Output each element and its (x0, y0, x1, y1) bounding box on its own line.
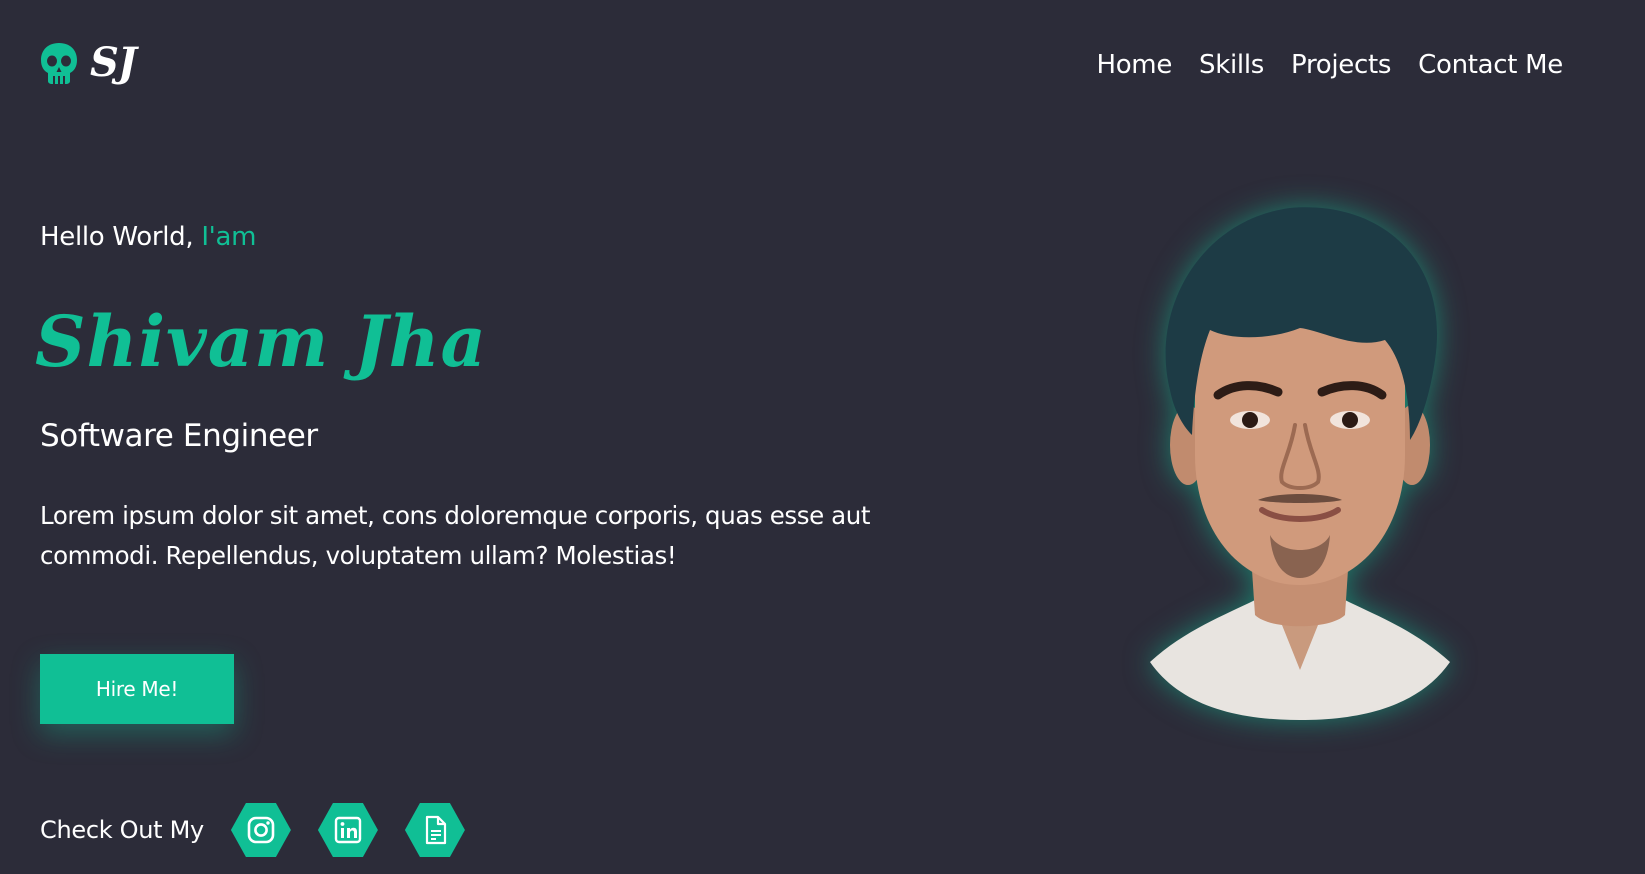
portfolio-page: SJ Home Skills Projects Contact Me Hello… (0, 0, 1645, 874)
nav-item-skills[interactable]: Skills (1199, 50, 1264, 80)
profile-photo (1130, 200, 1470, 720)
site-logo[interactable]: SJ (40, 38, 137, 88)
instagram-link[interactable] (230, 803, 291, 857)
nav-item-contact-me[interactable]: Contact Me (1418, 50, 1563, 80)
nav-item-home[interactable]: Home (1096, 50, 1172, 80)
greeting-accent: I'am (201, 222, 257, 252)
logo-text: SJ (90, 39, 137, 86)
greeting-text: Hello World, (40, 222, 202, 252)
resume-link[interactable] (404, 803, 465, 857)
socials-label: Check Out My (40, 816, 204, 844)
linkedin-icon (334, 816, 362, 844)
hero-intro: Lorem ipsum dolor sit amet, cons dolorem… (40, 501, 871, 570)
document-icon (425, 815, 447, 845)
hero-name: Shivam Jha (35, 300, 487, 383)
skull-icon (41, 43, 77, 84)
nav-item-projects[interactable]: Projects (1291, 50, 1391, 80)
hire-me-button[interactable]: Hire Me! (40, 654, 234, 724)
hero-role: Software Engineer (40, 418, 318, 454)
main-nav: Home Skills Projects Contact Me (1096, 45, 1563, 85)
hero-greeting: Hello World, I'am (40, 222, 257, 252)
linkedin-link[interactable] (317, 803, 378, 857)
instagram-icon (247, 816, 275, 844)
portrait-illustration (1150, 207, 1450, 720)
social-links: Check Out My (40, 803, 492, 857)
